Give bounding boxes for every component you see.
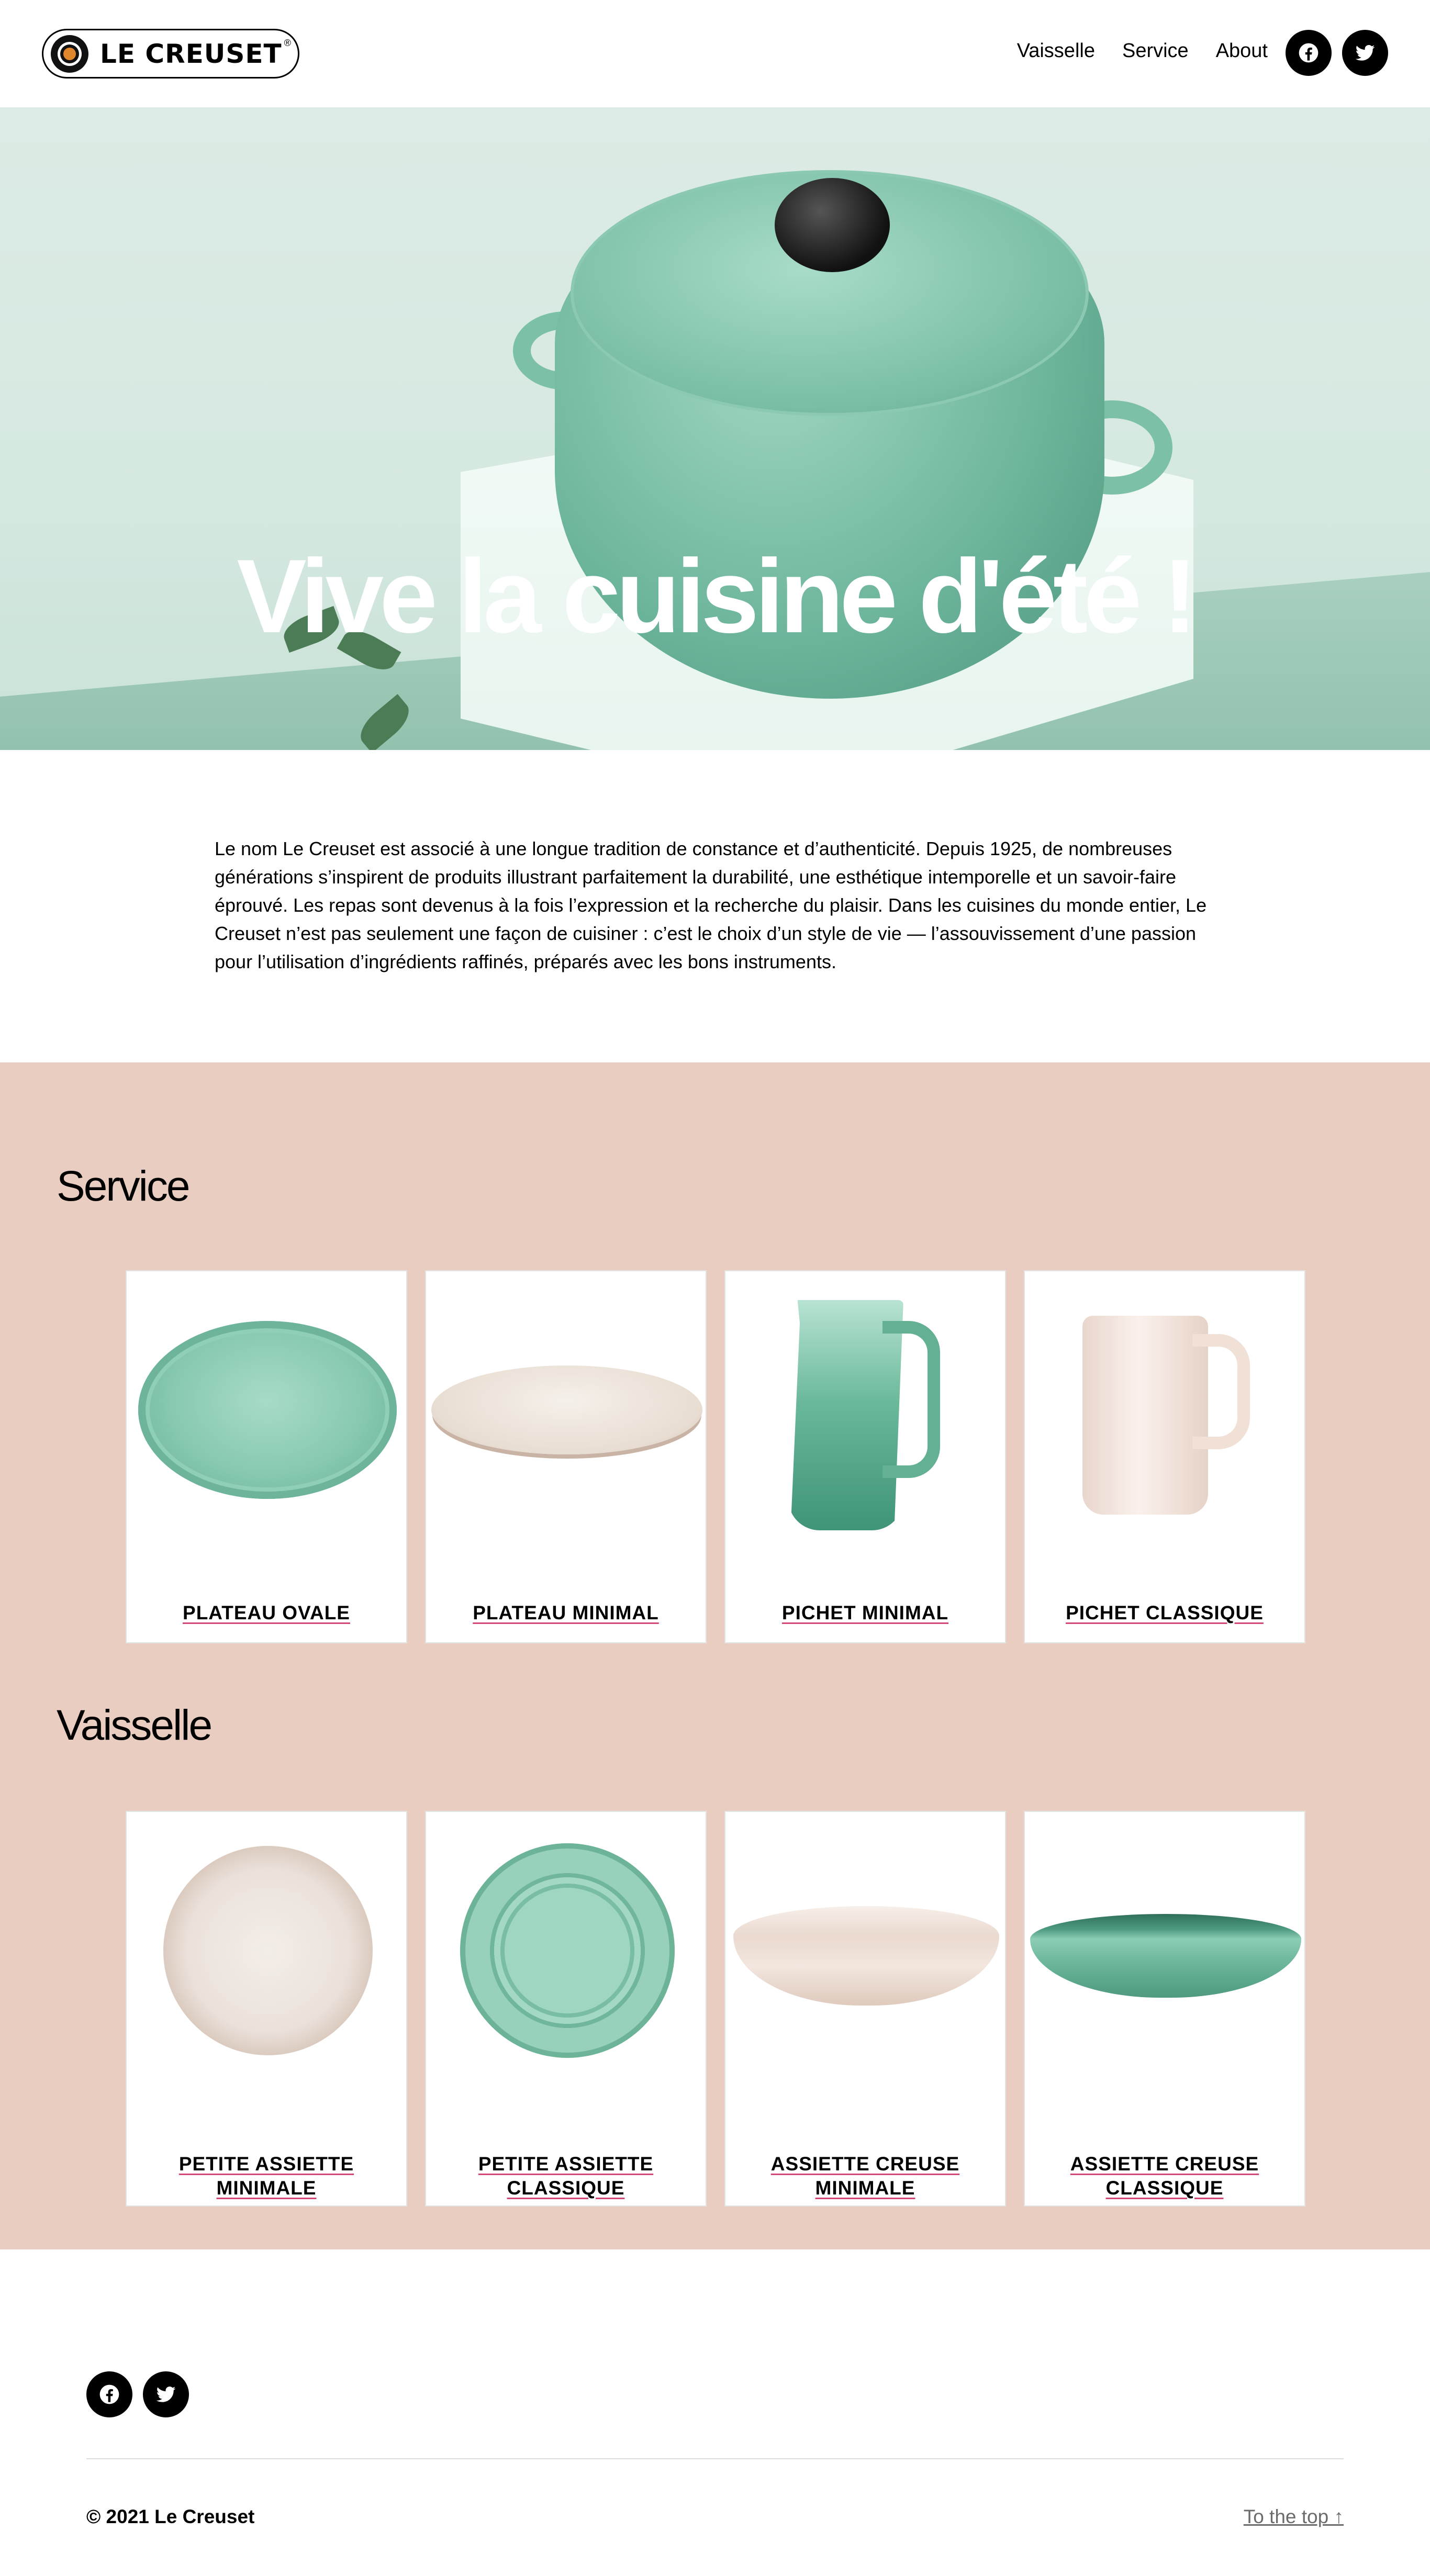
flat-platter-image — [431, 1365, 702, 1454]
product-label[interactable]: PETITE ASSIETTE CLASSIQUE — [437, 2152, 695, 2200]
product-label[interactable]: PLATEAU OVALE — [137, 1601, 396, 1625]
nav-vaisselle[interactable]: Vaisselle — [1017, 40, 1095, 62]
product-label[interactable]: PICHET MINIMAL — [736, 1601, 995, 1625]
oval-platter-image — [138, 1321, 397, 1499]
le-creuset-logo[interactable]: LE CREUSET ® — [42, 29, 299, 79]
product-card[interactable]: PETITE ASSIETTE CLASSIQUE — [425, 1811, 707, 2207]
site-header: LE CREUSET ® Vaisselle Service About — [0, 0, 1430, 107]
deep-ridged-plate-image — [1030, 1914, 1301, 1998]
pot-knob — [775, 178, 890, 272]
ridged-plate-image — [460, 1843, 675, 2058]
product-label[interactable]: PETITE ASSIETTE MINIMALE — [137, 2152, 396, 2200]
twitter-icon[interactable] — [1342, 30, 1388, 76]
product-label[interactable]: PLATEAU MINIMAL — [437, 1601, 695, 1625]
logo-emblem-icon — [51, 35, 88, 73]
product-card[interactable]: ASSIETTE CREUSE CLASSIQUE — [1024, 1811, 1305, 2207]
product-label[interactable]: ASSIETTE CREUSE MINIMALE — [736, 2152, 995, 2200]
hero-banner: Vive la cuisine d'été ! — [0, 107, 1430, 750]
footer-social-links — [86, 2371, 189, 2417]
footer-divider — [86, 2458, 1344, 2459]
product-card[interactable]: PLATEAU MINIMAL — [425, 1270, 707, 1643]
product-card[interactable]: PICHET CLASSIQUE — [1024, 1270, 1305, 1643]
hero-title: Vive la cuisine d'été ! — [237, 538, 1197, 655]
products-section: Service PLATEAU OVALE PLATEAU MINIMAL PI… — [0, 1062, 1430, 2249]
facebook-icon[interactable] — [1286, 30, 1332, 76]
registered-mark: ® — [284, 38, 291, 48]
pitcher-handle — [882, 1321, 940, 1478]
section-title-service: Service — [57, 1162, 190, 1210]
service-grid: PLATEAU OVALE PLATEAU MINIMAL PICHET MIN… — [126, 1270, 1305, 1643]
main-nav: Vaisselle Service About — [1017, 40, 1268, 62]
nav-about[interactable]: About — [1216, 40, 1268, 62]
small-plate-image — [163, 1846, 373, 2055]
to-the-top-link[interactable]: To the top ↑ — [1244, 2506, 1344, 2528]
classic-pitcher-image — [1082, 1316, 1208, 1515]
deep-plate-image — [733, 1906, 999, 2006]
product-card[interactable]: PLATEAU OVALE — [126, 1270, 407, 1643]
product-card[interactable]: ASSIETTE CREUSE MINIMALE — [724, 1811, 1006, 2207]
nav-service[interactable]: Service — [1122, 40, 1189, 62]
facebook-icon[interactable] — [86, 2371, 132, 2417]
intro-paragraph: Le nom Le Creuset est associé à une long… — [215, 838, 1207, 972]
section-title-vaisselle: Vaisselle — [57, 1701, 213, 1749]
product-label[interactable]: ASSIETTE CREUSE CLASSIQUE — [1035, 2152, 1294, 2200]
copyright-text: © 2021 Le Creuset — [86, 2506, 255, 2527]
header-social-links — [1286, 30, 1388, 76]
pitcher-handle — [1192, 1334, 1250, 1449]
product-card[interactable]: PETITE ASSIETTE MINIMALE — [126, 1811, 407, 2207]
product-label[interactable]: PICHET CLASSIQUE — [1035, 1601, 1294, 1625]
vaisselle-grid: PETITE ASSIETTE MINIMALE PETITE ASSIETTE… — [126, 1811, 1305, 2207]
product-card[interactable]: PICHET MINIMAL — [724, 1270, 1006, 1643]
twitter-icon[interactable] — [143, 2371, 189, 2417]
logo-text: LE CREUSET — [100, 38, 282, 69]
